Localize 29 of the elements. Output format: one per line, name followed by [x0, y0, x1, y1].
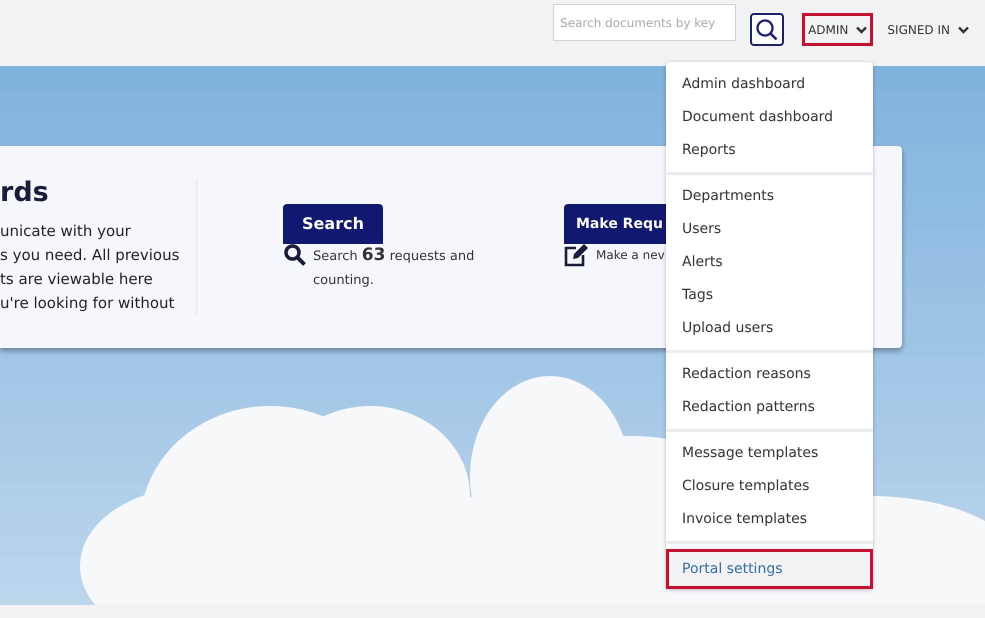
edit-icon — [564, 243, 590, 267]
make-request-button[interactable]: Make Requ — [564, 204, 666, 244]
menu-item[interactable]: Alerts — [666, 246, 873, 279]
search-field[interactable]: Search documents by key — [553, 4, 736, 41]
menu-item[interactable]: Portal settings — [666, 549, 873, 589]
menu-item[interactable]: Admin dashboard — [666, 68, 873, 101]
menu-item[interactable]: Tags — [666, 279, 873, 312]
menu-item[interactable]: Departments — [666, 180, 873, 213]
search-icon — [755, 18, 780, 42]
hero-title: rds — [0, 176, 50, 210]
menu-item[interactable]: Message templates — [666, 437, 873, 470]
search-button[interactable]: Search — [283, 204, 383, 244]
menu-item[interactable]: Closure templates — [666, 470, 873, 503]
action-caption: Make a nev — [596, 247, 665, 264]
chevron-down-icon — [856, 26, 868, 34]
menu-item[interactable]: Reports — [666, 134, 873, 167]
hero-description: unicate with your s you need. All previous ts are viewable here u're looking for without — [0, 221, 180, 314]
menu-item[interactable]: Invoice templates — [666, 503, 873, 536]
menu-item[interactable]: Document dashboard — [666, 101, 873, 134]
admin-menu-button[interactable]: ADMIN — [802, 13, 874, 46]
menu-item[interactable]: Users — [666, 213, 873, 246]
search-button[interactable] — [750, 13, 784, 46]
user-menu-button[interactable]: SIGNED IN — [887, 13, 969, 46]
menu-item[interactable]: Redaction patterns — [666, 391, 873, 424]
chevron-down-icon — [958, 26, 969, 34]
menu-item[interactable]: Redaction reasons — [666, 358, 873, 391]
menu-item[interactable]: Upload users — [666, 312, 873, 345]
action-caption: Search 63 requests and counting. — [313, 244, 476, 290]
search-icon — [283, 243, 307, 267]
